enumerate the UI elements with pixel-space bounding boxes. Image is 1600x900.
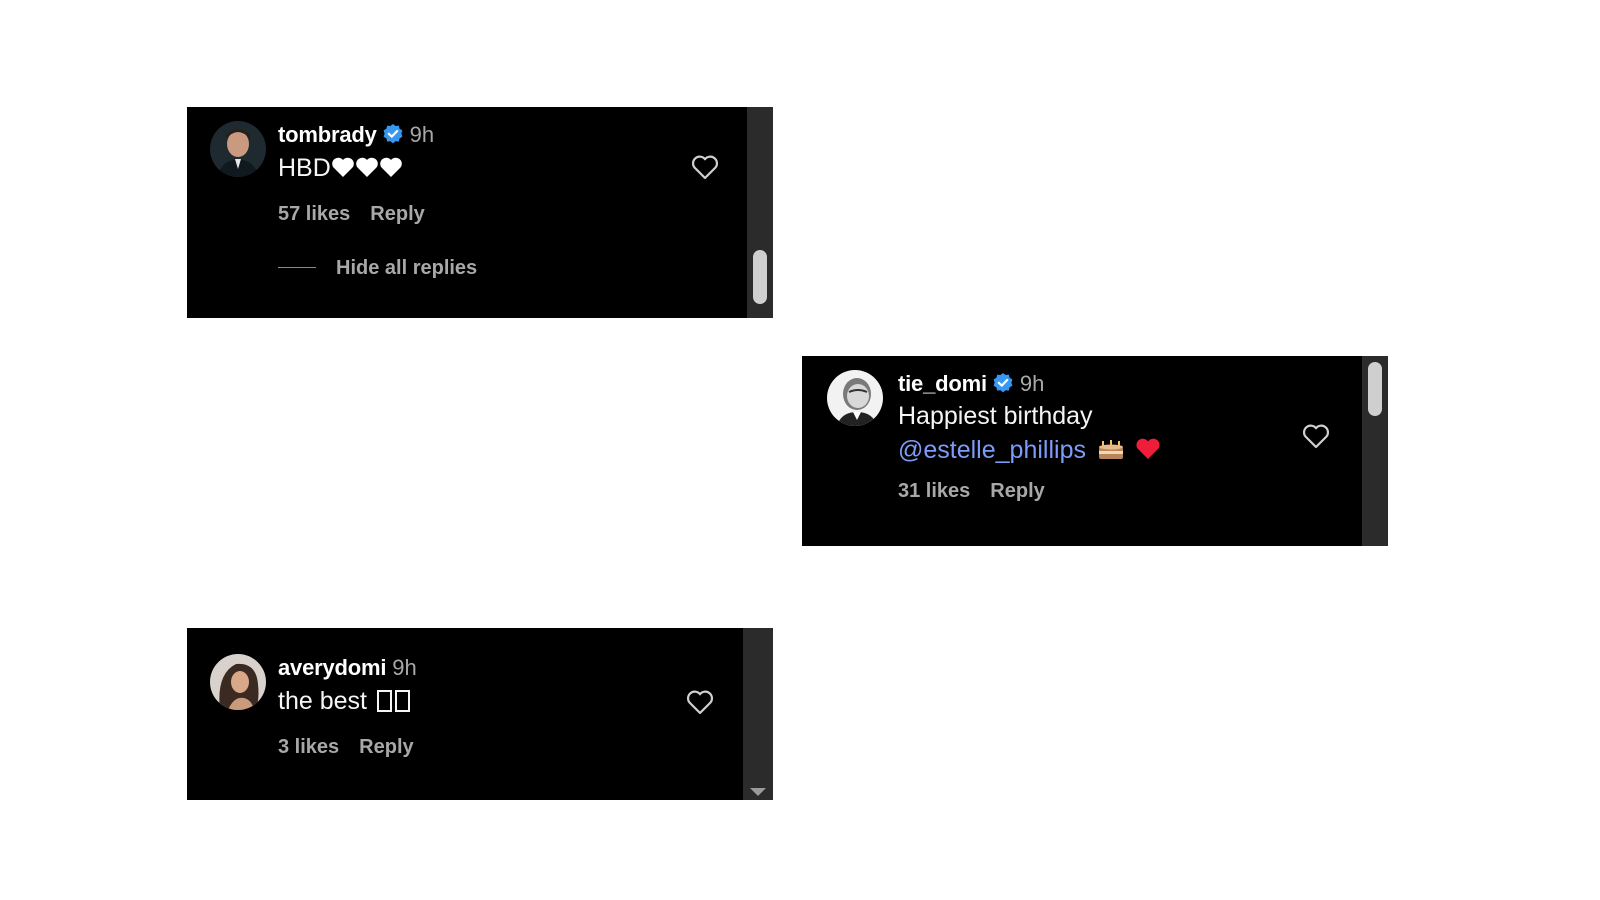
comment-text: the best <box>278 684 410 718</box>
divider-line <box>278 267 316 268</box>
comment-meta: 57 likes Reply <box>278 203 425 226</box>
username[interactable]: averydomi <box>278 655 386 680</box>
white-heart-icons <box>331 154 403 188</box>
red-heart-icon <box>1134 436 1162 460</box>
missing-glyph-icon <box>376 690 392 712</box>
hide-replies-button[interactable]: Hide all replies <box>278 257 477 280</box>
avatar-tombrady[interactable] <box>210 121 266 177</box>
likes-count[interactable]: 3 likes <box>278 736 339 758</box>
timestamp: 9h <box>1019 371 1045 396</box>
scroll-down-arrow-icon[interactable] <box>750 788 766 796</box>
mention-link[interactable]: @estelle_phillips <box>898 436 1086 464</box>
scrollbar-thumb[interactable] <box>753 250 767 304</box>
timestamp: 9h <box>392 655 417 680</box>
like-heart-icon[interactable] <box>690 153 720 181</box>
like-heart-icon[interactable] <box>685 688 715 716</box>
comment-card-averydomi: averydomi 9h the best 3 likes Reply <box>187 628 773 800</box>
username[interactable]: tombrady <box>278 122 377 147</box>
reply-button[interactable]: Reply <box>359 736 413 758</box>
likes-count[interactable]: 31 likes <box>898 480 970 502</box>
hide-replies-label: Hide all replies <box>336 257 478 279</box>
comment-header: tombrady 9h <box>278 122 434 148</box>
scrollbar[interactable] <box>747 107 773 318</box>
reply-button[interactable]: Reply <box>370 203 424 225</box>
scrollbar[interactable] <box>1362 356 1388 546</box>
comment-card-tie-domi: tie_domi 9h Happiest birthday @estelle_ph… <box>802 356 1388 546</box>
reply-button[interactable]: Reply <box>990 480 1044 502</box>
comment-card-tombrady: tombrady 9h HBD 57 likes Reply Hide all re… <box>187 107 773 318</box>
like-heart-icon[interactable] <box>1301 422 1331 450</box>
comment-meta: 3 likes Reply <box>278 736 414 759</box>
timestamp: 9h <box>409 122 435 147</box>
comment-header: averydomi 9h <box>278 655 417 681</box>
avatar-tie-domi[interactable] <box>827 370 883 426</box>
comment-text-line2: @estelle_phillips <box>898 433 1162 467</box>
likes-count[interactable]: 57 likes <box>278 203 350 225</box>
comment-text: HBD <box>278 151 403 188</box>
birthday-cake-icon <box>1096 436 1126 460</box>
comment-body: Happiest birthday <box>898 402 1093 430</box>
comment-header: tie_domi 9h <box>898 371 1044 397</box>
comment-body: HBD <box>278 154 331 182</box>
verified-badge-icon <box>382 123 404 145</box>
comment-text: Happiest birthday <box>898 399 1093 433</box>
scrollbar-thumb[interactable] <box>1368 362 1382 416</box>
username[interactable]: tie_domi <box>898 371 987 396</box>
comment-meta: 31 likes Reply <box>898 480 1045 503</box>
avatar-averydomi[interactable] <box>210 654 266 710</box>
verified-badge-icon <box>992 372 1014 394</box>
scrollbar[interactable] <box>743 628 773 800</box>
missing-glyph-icon <box>394 690 410 712</box>
comment-body: the best <box>278 687 367 715</box>
